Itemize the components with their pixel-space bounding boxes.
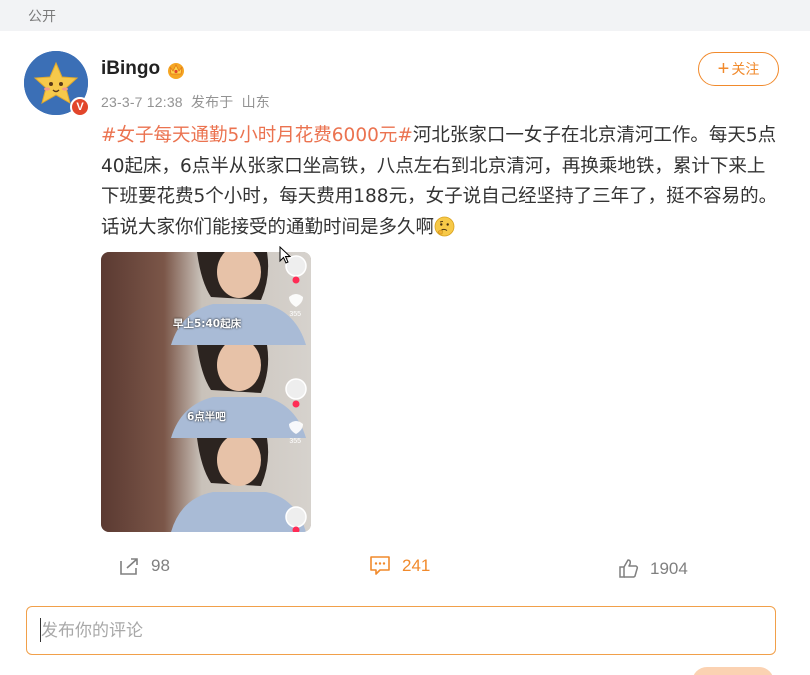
comment-box [26, 606, 776, 655]
video-like-count: 355 [289, 311, 301, 318]
comment-button[interactable]: 241 [369, 555, 430, 576]
follow-button[interactable]: + 关注 [698, 52, 779, 86]
comment-input[interactable] [41, 619, 741, 643]
visibility-label: 公开 [28, 8, 56, 24]
like-button[interactable]: 1904 [618, 558, 688, 579]
post-location: 山东 [241, 94, 270, 110]
thumbs-up-icon [619, 559, 639, 578]
follow-label: 关注 [731, 61, 760, 77]
post-meta: 23-3-7 12:38 发布于 山东 [101, 92, 270, 112]
thinking-face-icon [434, 216, 455, 236]
text-caret [40, 618, 41, 642]
action-bar: 98 241 1904 [0, 553, 810, 585]
post-source-prefix: 发布于 [190, 94, 234, 110]
plus-icon: + [717, 58, 730, 80]
member-crown-icon[interactable] [165, 59, 187, 81]
comment-count: 241 [402, 555, 431, 575]
repost-button[interactable]: 98 [118, 556, 170, 576]
send-comment-button[interactable] [692, 667, 774, 675]
video-like-count: 355 [289, 438, 301, 445]
mouse-pointer-icon [279, 246, 291, 264]
like-count: 1904 [650, 558, 688, 578]
post-hashtag[interactable]: #女子每天通勤5小时月花费6000元# [101, 125, 413, 146]
author-name[interactable]: iBingo [101, 58, 160, 80]
video-side-icons [285, 255, 307, 532]
verified-badge: V [70, 97, 90, 117]
video-thumbnail[interactable]: 早上5:40起床 6点半吧 355 355 [101, 252, 311, 532]
share-icon [120, 558, 138, 575]
post-body: #女子每天通勤5小时月花费6000元#河北张家口一女子在北京清河工作。每天5点4… [101, 121, 781, 243]
top-bar: 公开 [0, 0, 810, 31]
post-timestamp[interactable]: 23-3-7 12:38 [101, 94, 183, 110]
comment-icon [370, 556, 390, 575]
repost-count: 98 [151, 556, 170, 575]
